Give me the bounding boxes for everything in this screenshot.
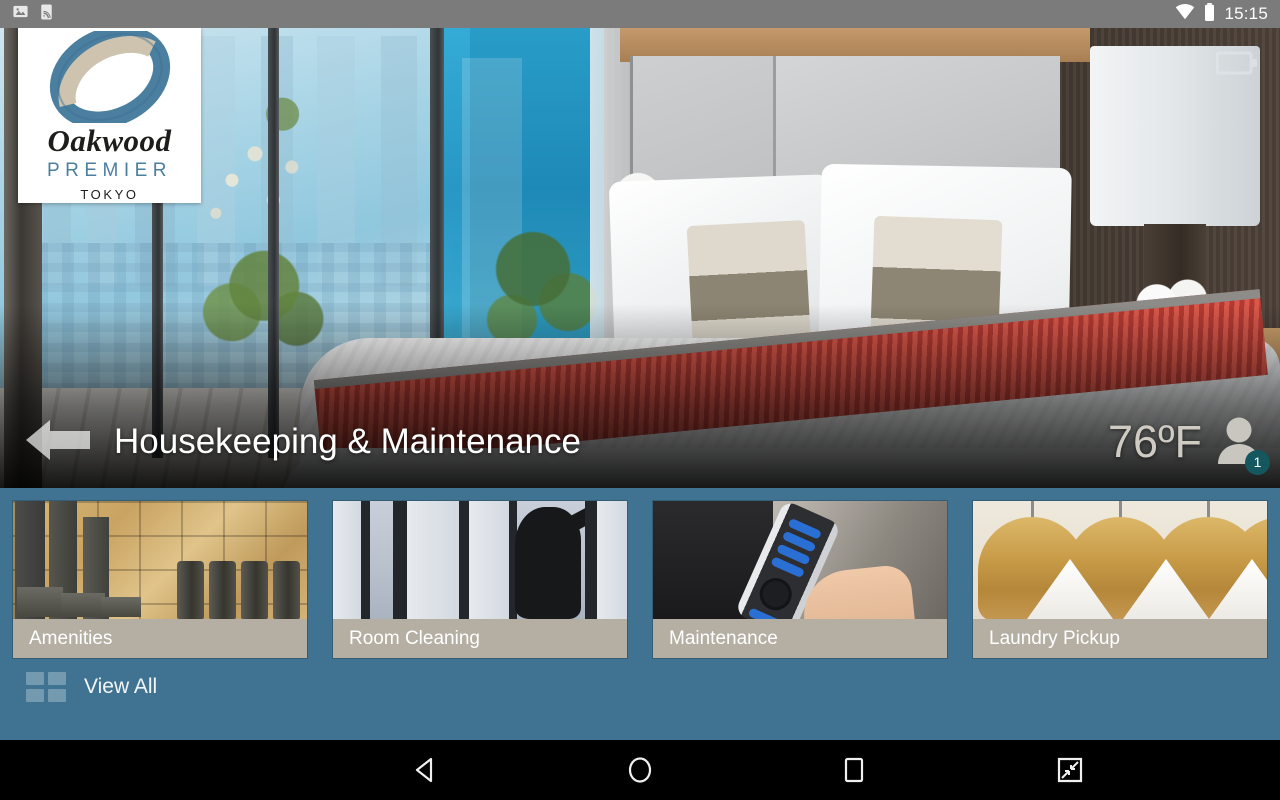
card-laundry-pickup[interactable]: Laundry Pickup (973, 501, 1267, 658)
card-room-cleaning[interactable]: Room Cleaning (333, 501, 627, 658)
nav-back-button[interactable] (385, 740, 465, 800)
card-label-laundry-pickup: Laundry Pickup (973, 619, 1267, 658)
view-all-label: View All (84, 675, 158, 698)
card-image-maintenance (653, 501, 947, 619)
nav-recents-button[interactable] (814, 740, 894, 800)
logo-tier: PREMIER (46, 160, 173, 181)
hero-battery-icon (1215, 50, 1258, 81)
category-content-area: Amenities Room Cleaning Maintenance Laun… (0, 488, 1280, 740)
hero-title-bar: Housekeeping & Maintenance 76ºF 1 (0, 396, 1280, 488)
user-account-button[interactable]: 1 (1216, 416, 1270, 475)
android-navigation-bar (0, 740, 1280, 800)
card-image-laundry-pickup (973, 501, 1267, 619)
view-all-button[interactable]: View All (26, 672, 157, 702)
battery-icon (1204, 2, 1215, 26)
category-card-list: Amenities Room Cleaning Maintenance Laun… (13, 501, 1267, 658)
grid-icon (26, 672, 66, 702)
card-amenities[interactable]: Amenities (13, 501, 307, 658)
logo-city: TOKYO (80, 187, 139, 202)
hero-banner: Oakwood PREMIER TOKYO Housekeeping & Mai… (0, 28, 1280, 488)
temperature-readout: 76ºF (1108, 416, 1202, 467)
nav-home-button[interactable] (600, 740, 680, 800)
card-label-maintenance: Maintenance (653, 619, 947, 658)
card-image-amenities (13, 501, 307, 619)
property-logo: Oakwood PREMIER TOKYO (18, 28, 201, 203)
card-image-room-cleaning (333, 501, 627, 619)
nav-shrink-screen-button[interactable] (1030, 740, 1110, 800)
status-bar-clock: 15:15 (1224, 4, 1268, 23)
oakwood-o-monogram-icon (48, 31, 172, 123)
wifi-icon (1175, 3, 1195, 25)
card-maintenance[interactable]: Maintenance (653, 501, 947, 658)
card-label-amenities: Amenities (13, 619, 307, 658)
image-icon (12, 3, 29, 25)
android-status-bar: 15:15 (0, 0, 1280, 28)
status-bar-left-icons (0, 3, 54, 26)
user-notification-badge: 1 (1245, 449, 1270, 475)
card-label-room-cleaning: Room Cleaning (333, 619, 627, 658)
screencast-icon (39, 3, 54, 26)
page-title: Housekeeping & Maintenance (114, 422, 581, 461)
back-arrow-icon[interactable] (24, 417, 92, 468)
logo-wordmark: Oakwood (47, 123, 172, 158)
status-bar-right-icons: 15:15 (1175, 2, 1280, 26)
